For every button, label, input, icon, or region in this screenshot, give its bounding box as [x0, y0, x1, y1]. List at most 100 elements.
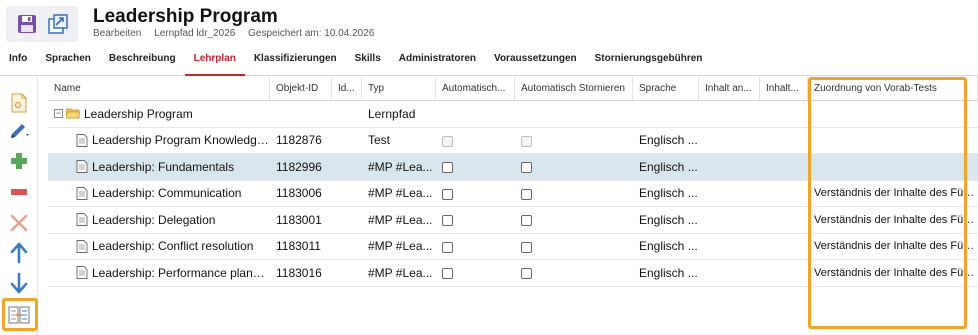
cell-typ: #MP #Lea...: [368, 239, 433, 254]
document-icon: [76, 266, 88, 280]
cell-objekt-id: 1182996: [276, 159, 322, 174]
document-icon: [76, 186, 88, 200]
cell-automatisch-stornieren: [515, 207, 633, 233]
col-header-zuordnung[interactable]: Zuordnung von Vorab-Tests: [808, 77, 978, 100]
cell-name: Leadership: Performance planni...: [48, 260, 270, 286]
move-down-arrow-icon[interactable]: [6, 271, 32, 295]
col-header-inhalt-an[interactable]: Inhalt an...: [699, 77, 760, 100]
curriculum-grid: Name Objekt-ID Id... Typ Automatisch... …: [48, 77, 978, 287]
collapse-toggle-icon[interactable]: −: [54, 109, 63, 119]
cell-objekt-id: 1183006: [276, 186, 322, 201]
automatisch-checkbox[interactable]: [442, 241, 453, 253]
table-row-selected[interactable]: Leadership: Fundamentals 1182996 #MP #Le…: [48, 154, 978, 181]
automatisch-checkbox[interactable]: [442, 162, 453, 174]
row-name: Leadership: Communication: [92, 186, 242, 201]
automatisch-checkbox[interactable]: [442, 268, 453, 280]
tab-beschreibung[interactable]: Beschreibung: [100, 48, 185, 76]
remove-minus-icon[interactable]: [6, 180, 32, 204]
meta-code: Lernpfad ldr_2026: [154, 28, 236, 39]
left-toolbar: [0, 77, 38, 335]
cell-name: Leadership: Delegation: [48, 207, 270, 233]
folder-open-icon: [66, 108, 80, 119]
cell-zuordnung: Verständnis der Inhalte des Führu: [814, 187, 978, 200]
cell-automatisch: [436, 127, 515, 153]
col-header-inhalt[interactable]: Inhalt...: [760, 77, 808, 100]
cell-sprache: Englisch ...: [639, 159, 698, 174]
cell-typ: Lernpfad: [368, 106, 416, 121]
tab-lehrplan[interactable]: Lehrplan: [184, 48, 245, 76]
table-row[interactable]: Leadership: Conflict resolution 1183011 …: [48, 233, 978, 260]
automatisch-checkbox: [442, 135, 453, 147]
stornieren-checkbox[interactable]: [521, 241, 532, 253]
col-header-sprache[interactable]: Sprache: [633, 77, 699, 100]
automatisch-checkbox[interactable]: [442, 188, 453, 200]
add-plus-icon[interactable]: [6, 149, 32, 173]
stornieren-checkbox: [521, 135, 532, 147]
cell-typ: Test: [368, 133, 391, 148]
meta-saved: Gespeichert am: 10.04.2026: [248, 28, 375, 39]
cell-sprache: Englisch ...: [639, 133, 698, 148]
cell-sprache: Englisch ...: [639, 239, 698, 254]
tab-klassifizierungen[interactable]: Klassifizierungen: [245, 48, 346, 76]
tab-info[interactable]: Info: [0, 48, 36, 76]
tab-sprachen[interactable]: Sprachen: [36, 48, 100, 76]
tab-administratoren[interactable]: Administratoren: [390, 48, 485, 76]
cell-automatisch: [436, 180, 515, 206]
meta-mode: Bearbeiten: [93, 28, 142, 39]
row-name: Leadership: Conflict resolution: [92, 239, 254, 254]
tab-voraussetzungen[interactable]: Voraussetzungen: [485, 48, 586, 76]
tab-stornierungsgebuehren[interactable]: Stornierungsgebühren: [586, 48, 712, 76]
row-name: Leadership: Delegation: [92, 212, 216, 227]
stornieren-checkbox[interactable]: [521, 215, 532, 227]
automatisch-checkbox[interactable]: [442, 215, 453, 227]
export-icon[interactable]: [46, 12, 70, 36]
new-document-icon[interactable]: [6, 91, 32, 115]
stornieren-checkbox[interactable]: [521, 188, 532, 200]
row-name: Leadership Program Knowledge ...: [92, 133, 270, 148]
table-row[interactable]: Leadership Program Knowledge ... 1182876…: [48, 127, 978, 154]
col-header-id[interactable]: Id...: [332, 77, 362, 100]
col-header-name[interactable]: Name: [48, 77, 270, 100]
edit-pencil-icon[interactable]: [6, 119, 32, 143]
stornieren-checkbox[interactable]: [521, 268, 532, 280]
cell-typ: #MP #Lea...: [368, 265, 433, 280]
cell-objekt-id: 1182876: [276, 133, 322, 148]
move-up-arrow-icon[interactable]: [6, 241, 32, 265]
cell-sprache: Englisch ...: [639, 212, 698, 227]
cell-sprache: Englisch ...: [639, 186, 698, 201]
save-icon[interactable]: [15, 12, 39, 36]
cell-automatisch: [436, 233, 515, 259]
cell-objekt-id: 1183011: [276, 239, 321, 254]
document-icon: [76, 160, 88, 174]
grid-header: Name Objekt-ID Id... Typ Automatisch... …: [48, 77, 978, 101]
cell-objekt-id: 1183001: [276, 212, 322, 227]
table-row[interactable]: − Leadership Program Lernpfad: [48, 101, 978, 128]
table-row[interactable]: Leadership: Communication 1183006 #MP #L…: [48, 180, 978, 207]
col-header-objekt-id[interactable]: Objekt-ID: [270, 77, 332, 100]
tab-skills[interactable]: Skills: [346, 48, 390, 76]
cell-objekt-id: 1183016: [276, 265, 322, 280]
cell-name: − Leadership Program: [48, 101, 270, 127]
cell-zuordnung: Verständnis der Inhalte des Führu: [814, 213, 978, 226]
delete-x-icon[interactable]: [6, 211, 32, 235]
col-header-automatisch-stornieren[interactable]: Automatisch Stornieren: [515, 77, 633, 100]
cell-typ: #MP #Lea...: [368, 212, 433, 227]
row-name: Leadership Program: [84, 106, 193, 121]
cell-sprache: Englisch ...: [639, 265, 698, 280]
cell-automatisch-stornieren: [515, 127, 633, 153]
cell-typ: #MP #Lea...: [368, 186, 433, 201]
header-toolbar: [6, 6, 78, 42]
document-icon: [76, 213, 88, 227]
cell-name: Leadership Program Knowledge ...: [48, 127, 270, 153]
table-row[interactable]: Leadership: Delegation 1183001 #MP #Lea.…: [48, 207, 978, 234]
cell-name: Leadership: Communication: [48, 180, 270, 206]
col-header-automatisch[interactable]: Automatisch...: [436, 77, 515, 100]
cell-automatisch-stornieren: [515, 180, 633, 206]
table-row[interactable]: Leadership: Performance planni... 118301…: [48, 260, 978, 287]
cell-name: Leadership: Conflict resolution: [48, 233, 270, 259]
page-title: Leadership Program: [93, 6, 278, 27]
col-header-typ[interactable]: Typ: [362, 77, 436, 100]
cell-automatisch: [436, 207, 515, 233]
stornieren-checkbox[interactable]: [521, 162, 532, 174]
cell-zuordnung: Verständnis der Inhalte des Führu: [814, 240, 978, 253]
